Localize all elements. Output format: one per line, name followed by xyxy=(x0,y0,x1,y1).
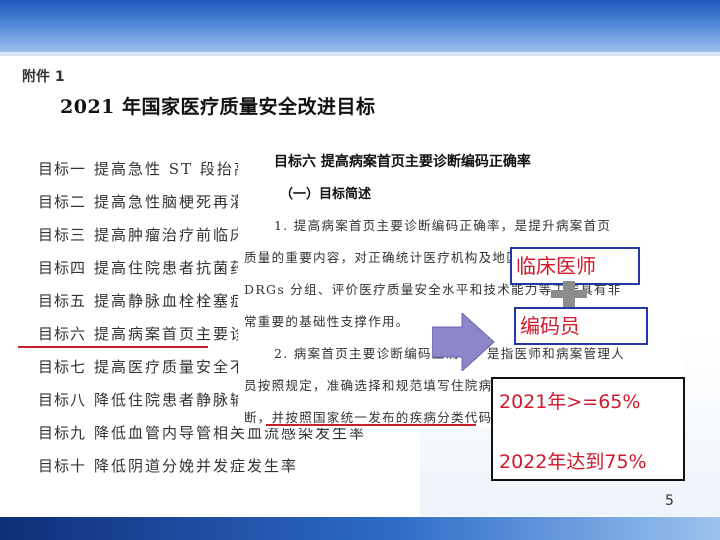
goal-number: 目标十 xyxy=(38,457,87,475)
goal-number: 目标二 xyxy=(38,193,87,211)
right-arrow-icon xyxy=(432,313,495,371)
document-title: 2021 年国家医疗质量安全改进目标 xyxy=(60,96,376,118)
detail-paragraph-line: 1. 提高病案首页主要诊断编码正确率，是提升病案首页 xyxy=(274,218,612,233)
goal-number: 目标七 xyxy=(38,358,87,376)
goal-number: 目标九 xyxy=(38,424,87,442)
goal-text: 降低阴道分娩并发症发生率 xyxy=(94,457,299,475)
goal-six-heading: 目标六 提高病案首页主要诊断编码正确率 xyxy=(274,154,531,170)
goal-number: 目标四 xyxy=(38,259,87,277)
target-2022: 2022年达到75% xyxy=(499,451,647,473)
goal-six-underline xyxy=(18,346,208,348)
goal-number: 目标三 xyxy=(38,226,87,244)
clinician-callout: 临床医师 xyxy=(510,247,640,285)
header-bar xyxy=(0,0,720,52)
target-callout: 2021年>=65% 2022年达到75% xyxy=(491,377,685,481)
footer-bar xyxy=(0,517,720,540)
goal-number: 目标一 xyxy=(38,160,87,178)
coder-callout: 编码员 xyxy=(514,307,648,345)
coding-underline xyxy=(266,424,476,426)
goal-row: 目标十 降低阴道分娩并发症发生率 xyxy=(38,455,438,488)
target-2021: 2021年>=65% xyxy=(499,391,641,413)
plus-icon-bar xyxy=(551,290,587,298)
goal-number: 目标六 xyxy=(38,325,87,343)
attachment-tag: 附件 1 xyxy=(22,69,65,85)
page-number: 5 xyxy=(665,493,674,509)
goal-summary-heading: （一）目标简述 xyxy=(280,187,372,202)
goal-number: 目标八 xyxy=(38,391,87,409)
detail-paragraph-line: 常重要的基础性支撑作用。 xyxy=(244,314,410,329)
goal-number: 目标五 xyxy=(38,292,87,310)
